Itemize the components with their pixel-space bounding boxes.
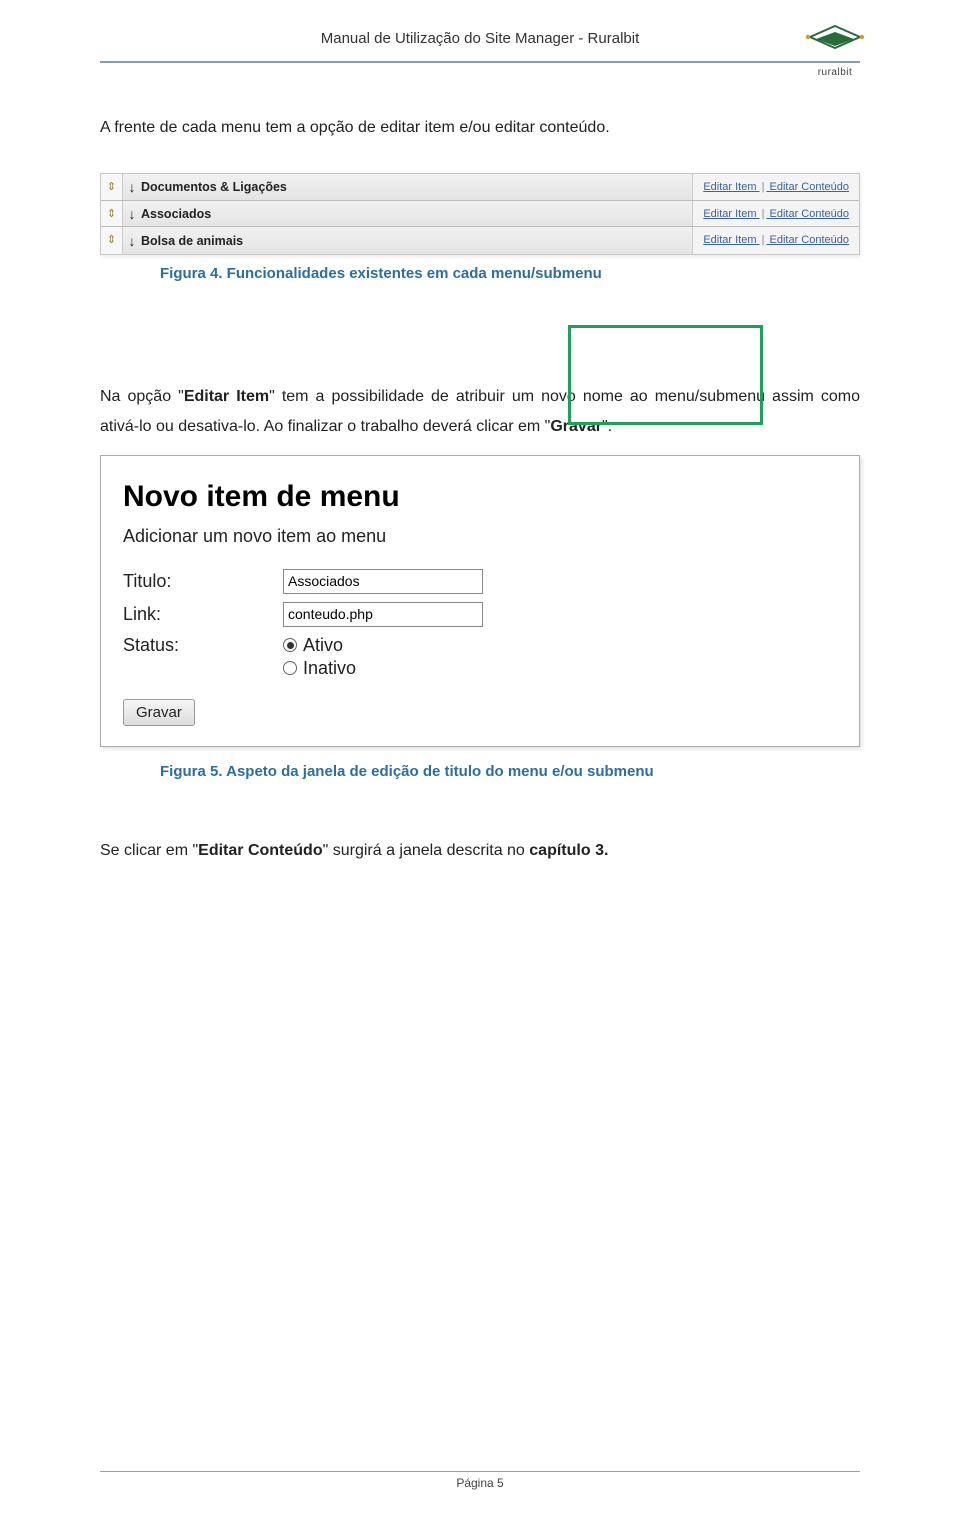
paragraph-editar-conteudo: Se clicar em "Editar Conteúdo" surgirá a…: [100, 836, 860, 866]
separator: |: [760, 181, 767, 193]
edit-content-link[interactable]: Editar Conteúdo: [770, 208, 850, 220]
edit-item-link[interactable]: Editar Item: [703, 208, 756, 220]
gravar-button[interactable]: Gravar: [123, 699, 195, 726]
menu-row-label: Documentos & Ligações: [141, 180, 692, 194]
highlight-box: [568, 325, 763, 425]
intro-paragraph: A frente de cada menu tem a opção de edi…: [100, 113, 860, 143]
form-title: Novo item de menu: [123, 480, 837, 514]
document-header-title: Manual de Utilização do Site Manager - R…: [100, 30, 860, 53]
label-status: Status:: [123, 635, 283, 656]
figure4-caption: Figura 4. Funcionalidades existentes em …: [160, 265, 860, 282]
figure4-screenshot: ⇕ ↓ Documentos & Ligações Editar Item | …: [100, 173, 860, 255]
row-handle-icon: ⇕: [101, 227, 123, 254]
figure5-caption: Figura 5. Aspeto da janela de edição de …: [160, 763, 860, 780]
form-subtitle: Adicionar um novo item ao menu: [123, 526, 837, 547]
row-actions[interactable]: Editar Item | Editar Conteúdo: [692, 227, 859, 254]
edit-item-link[interactable]: Editar Item: [703, 234, 756, 246]
radio-ativo-label: Ativo: [303, 635, 343, 656]
edit-content-link[interactable]: Editar Conteúdo: [770, 234, 850, 246]
header-divider: [100, 61, 860, 63]
menu-row: ⇕ ↓ Associados Editar Item | Editar Cont…: [101, 201, 859, 228]
row-actions[interactable]: Editar Item | Editar Conteúdo: [692, 201, 859, 227]
row-actions[interactable]: Editar Item | Editar Conteúdo: [692, 174, 859, 200]
separator: |: [760, 208, 767, 220]
expand-arrow-icon: ↓: [123, 179, 141, 195]
separator: |: [760, 234, 767, 246]
input-link[interactable]: [283, 602, 483, 627]
input-titulo[interactable]: [283, 569, 483, 594]
radio-inativo[interactable]: [283, 661, 297, 675]
ruralbit-logo: ruralbit: [800, 18, 870, 66]
menu-row: ⇕ ↓ Documentos & Ligações Editar Item | …: [101, 174, 859, 201]
radio-inativo-label: Inativo: [303, 658, 356, 679]
label-link: Link:: [123, 604, 283, 625]
expand-arrow-icon: ↓: [123, 233, 141, 249]
row-handle-icon: ⇕: [101, 174, 123, 200]
figure5-form: Novo item de menu Adicionar um novo item…: [100, 455, 860, 747]
menu-row-label: Bolsa de animais: [141, 234, 692, 248]
logo-text: ruralbit: [800, 67, 870, 78]
menu-row-label: Associados: [141, 207, 692, 221]
edit-content-link[interactable]: Editar Conteúdo: [770, 181, 850, 193]
expand-arrow-icon: ↓: [123, 206, 141, 222]
page-footer: Página 5: [100, 1471, 860, 1490]
row-handle-icon: ⇕: [101, 201, 123, 227]
label-titulo: Titulo:: [123, 571, 283, 592]
radio-ativo[interactable]: [283, 638, 297, 652]
edit-item-link[interactable]: Editar Item: [703, 181, 756, 193]
menu-row: ⇕ ↓ Bolsa de animais Editar Item | Edita…: [101, 227, 859, 254]
